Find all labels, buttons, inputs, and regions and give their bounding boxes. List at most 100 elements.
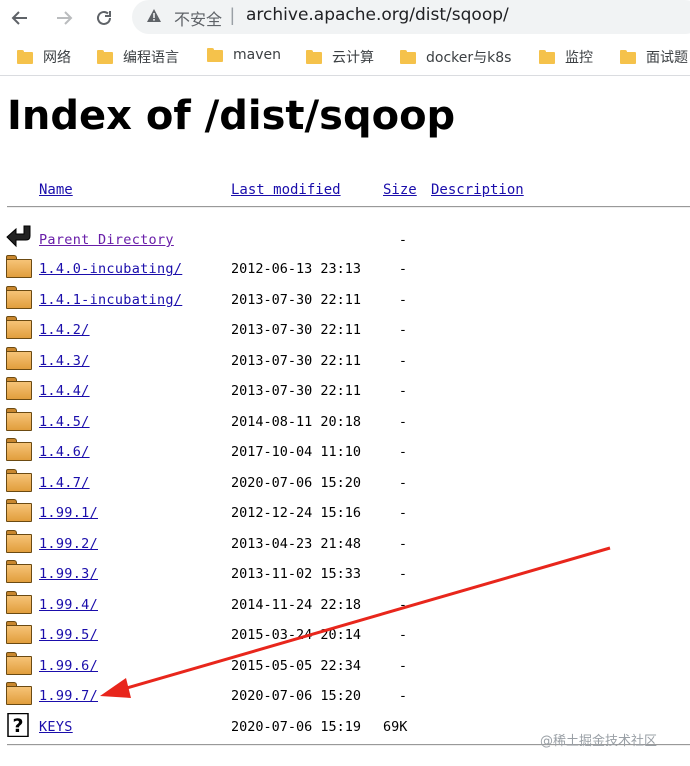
entry-link[interactable]: 1.99.7/	[39, 688, 98, 704]
entry-size: 69K	[383, 718, 408, 735]
browser-toolbar: 不安全 | archive.apache.org/dist/sqoop/	[0, 0, 690, 36]
table-row: 1.99.5/2015-03-24 20:14 -	[0, 621, 690, 651]
table-row: 1.4.2/2013-07-30 22:11 -	[0, 316, 690, 346]
url-text[interactable]: archive.apache.org/dist/sqoop/	[246, 5, 509, 25]
entry-link[interactable]: 1.4.4/	[39, 383, 90, 399]
column-header-last-modified[interactable]: Last modified	[231, 182, 341, 198]
column-header-name[interactable]: Name	[39, 182, 73, 198]
bookmark-network[interactable]: 网络	[17, 47, 71, 67]
entry-size: -	[398, 352, 407, 369]
bookmark-programming-languages[interactable]: 编程语言	[97, 47, 179, 67]
bookmark-label: 监控	[565, 50, 593, 66]
bookmark-interview-questions[interactable]: 面试题	[620, 47, 688, 67]
table-row: 1.4.0-incubating/2012-06-13 23:13 -	[0, 255, 690, 285]
table-row: 1.4.1-incubating/2013-07-30 22:11 -	[0, 285, 690, 316]
page-title: Index of /dist/sqoop	[7, 93, 456, 139]
arrow-left-icon	[11, 11, 27, 25]
folder-icon	[539, 50, 555, 64]
entry-last-modified: 2013-07-30 22:11	[231, 291, 362, 308]
folder-icon	[6, 529, 32, 554]
folder-icon	[6, 346, 32, 371]
entry-size: -	[398, 444, 407, 460]
folder-icon	[6, 468, 32, 493]
entry-last-modified: 2017-10-04 11:10	[231, 444, 362, 460]
folder-icon	[6, 438, 32, 462]
entry-last-modified: 2020-07-06 15:19	[231, 718, 362, 735]
entry-link[interactable]: 1.4.2/	[39, 322, 90, 338]
entry-size: -	[398, 627, 407, 643]
bookmark-cloud-computing[interactable]: 云计算	[306, 47, 374, 67]
entry-last-modified: 2012-12-24 15:16	[231, 505, 362, 521]
forward-button[interactable]	[50, 4, 78, 32]
bookmark-label: maven	[233, 47, 281, 63]
bookmark-label: 面试题	[646, 50, 688, 66]
entry-last-modified: 2012-06-13 23:13	[231, 261, 362, 277]
folder-icon	[6, 255, 32, 279]
parent-directory-link[interactable]: Parent Directory	[39, 232, 174, 248]
folder-icon	[6, 621, 32, 645]
folder-icon	[6, 377, 32, 401]
table-row: 1.99.4/2014-11-24 22:18 -	[0, 590, 690, 621]
entry-size: -	[398, 322, 407, 338]
entry-link[interactable]: 1.4.3/	[39, 353, 90, 369]
security-label[interactable]: 不安全	[174, 6, 222, 30]
bookmark-monitoring[interactable]: 监控	[539, 47, 593, 67]
folder-icon	[6, 407, 32, 432]
folder-icon	[6, 560, 32, 584]
entry-size: -	[398, 657, 407, 674]
bookmark-label: 编程语言	[123, 50, 179, 66]
reload-icon	[97, 10, 111, 25]
folder-icon	[6, 316, 32, 340]
folder-icon	[6, 682, 32, 706]
entry-link[interactable]: 1.4.6/	[39, 444, 90, 460]
table-row: 1.99.6/2015-05-05 22:34 -	[0, 651, 690, 682]
table-row: 1.99.2/2013-04-23 21:48 -	[0, 529, 690, 560]
warning-icon	[147, 9, 161, 22]
bookmark-docker-k8s[interactable]: docker与k8s	[400, 47, 511, 67]
table-row: 1.99.7/2020-07-06 15:20 -	[0, 682, 690, 712]
address-bar[interactable]: 不安全 | archive.apache.org/dist/sqoop/	[132, 0, 690, 34]
entry-last-modified: 2013-07-30 22:11	[231, 322, 362, 338]
bookmark-maven[interactable]: maven	[207, 47, 281, 63]
entry-link[interactable]: 1.99.1/	[39, 505, 98, 521]
entry-link[interactable]: 1.4.7/	[39, 475, 90, 491]
entry-link[interactable]: 1.4.1-incubating/	[39, 292, 182, 308]
table-row: 1.99.1/2012-12-24 15:16 -	[0, 499, 690, 529]
entry-size: -	[398, 688, 407, 704]
column-header-size[interactable]: Size	[383, 182, 417, 198]
folder-icon	[6, 499, 32, 523]
entry-link[interactable]: 1.4.0-incubating/	[39, 261, 182, 277]
entry-size: -	[398, 596, 407, 613]
svg-text:?: ?	[12, 715, 23, 737]
entry-link[interactable]: 1.99.3/	[39, 566, 98, 582]
entry-link[interactable]: 1.4.5/	[39, 414, 90, 430]
entry-link[interactable]: KEYS	[39, 719, 73, 735]
table-row: 1.4.4/2013-07-30 22:11 -	[0, 377, 690, 407]
entry-last-modified: 2015-03-24 20:14	[231, 627, 362, 643]
folder-icon	[306, 50, 322, 64]
entry-size: -	[398, 535, 407, 552]
entry-size: -	[398, 505, 407, 521]
entry-last-modified: 2020-07-06 15:20	[231, 474, 362, 491]
entry-size: -	[398, 474, 407, 491]
entry-link[interactable]: 1.99.2/	[39, 536, 98, 552]
folder-icon	[207, 48, 223, 62]
entry-last-modified: 2014-08-11 20:18	[231, 413, 362, 430]
entry-size: -	[398, 413, 407, 430]
entry-link[interactable]: 1.99.5/	[39, 627, 98, 643]
entry-size: -	[398, 291, 407, 308]
entry-size: -	[398, 566, 407, 582]
folder-icon	[97, 50, 113, 64]
folder-icon	[400, 50, 416, 64]
back-arrow-icon	[6, 225, 31, 248]
watermark: @稀土掘金技术社区	[540, 734, 658, 749]
reload-button[interactable]	[90, 4, 118, 32]
entry-size: -	[398, 383, 407, 399]
folder-icon	[6, 285, 32, 310]
entry-last-modified: 2013-04-23 21:48	[231, 535, 362, 552]
entry-link[interactable]: 1.99.6/	[39, 658, 98, 674]
entry-link[interactable]: 1.99.4/	[39, 597, 98, 613]
back-button[interactable]	[6, 4, 34, 32]
bookmarks-bar: 网络 编程语言 maven 云计算 docker与k8s 监控 面试题	[0, 36, 690, 76]
column-header-description[interactable]: Description	[431, 182, 524, 198]
